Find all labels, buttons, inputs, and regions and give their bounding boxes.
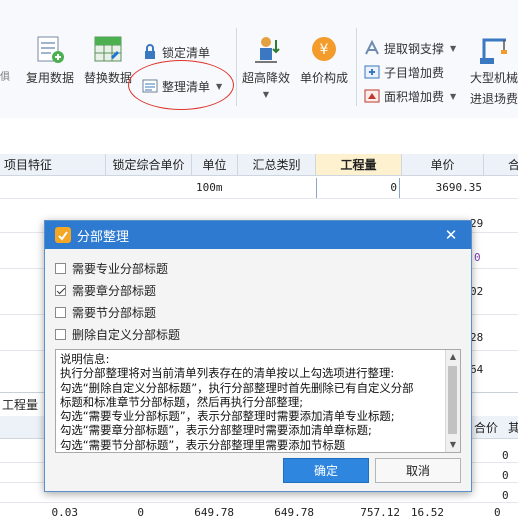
info-line: 执行分部整理将对当前清单列表存在的清单按以上勾选项进行整理: xyxy=(60,366,395,381)
height-reduction-label: 超高降效 xyxy=(241,71,290,85)
steel-support-icon xyxy=(364,39,380,56)
info-line: 标题和标准章节分部标题，然后再执行分部整理; xyxy=(60,394,304,409)
info-line: 勾选“删除自定义分部标题”，执行分部整理时首先删除已有自定义分部 xyxy=(60,380,414,395)
area-add-fee-button[interactable]: 面积增加费 ▼ xyxy=(364,86,456,106)
large-machinery-label-2: 进退场费 xyxy=(469,92,518,106)
lower-zero: 0 xyxy=(502,489,509,502)
row1-unit: 100m xyxy=(196,181,223,194)
reuse-data-icon xyxy=(34,34,66,66)
large-machinery-label-1: 大型机械 xyxy=(469,71,518,85)
subitem-add-fee-label: 子目增加费 xyxy=(384,65,445,80)
organize-dropdown-arrow-icon[interactable]: ▼ xyxy=(216,82,222,91)
option-label: 需要专业分部标题 xyxy=(72,261,169,276)
info-line: 勾选“需要专业分部标题”，表示分部整理时需要添加清单专业标题; xyxy=(60,409,395,424)
bottom-row-value: 0 xyxy=(137,506,144,519)
large-machinery-fee-button[interactable]: 大型机械 进退场费 xyxy=(466,34,518,107)
row1-unit-price: 3690.35 xyxy=(435,181,482,194)
checkbox[interactable] xyxy=(55,328,66,340)
header-unit-price[interactable]: 单价 xyxy=(402,154,484,176)
height-reduction-dropdown-icon[interactable]: ▼ xyxy=(238,90,294,99)
header-unit[interactable]: 单位 xyxy=(192,154,238,176)
header-locked-price[interactable]: 锁定综合单价 xyxy=(106,154,192,176)
right-fragment-2: 0 xyxy=(474,251,481,264)
lower-zero: 0 xyxy=(502,469,509,482)
option-label: 删除自定义分部标题 xyxy=(72,327,181,342)
unit-price-composition-button[interactable]: ¥ 单价构成 xyxy=(296,34,352,86)
lock-list-button[interactable]: 锁定清单 xyxy=(142,42,210,62)
reuse-data-label: 复用数据 xyxy=(25,71,74,85)
ribbon-edge-fragment: 俱 xyxy=(0,72,10,83)
tab-quantity[interactable]: 工程量 xyxy=(0,394,46,416)
section-organize-dialog: 分部整理 ✕ 需要专业分部标题 需要章分部标题 需要节分部标题 删除自定义分部标… xyxy=(44,220,472,492)
replace-data-button[interactable]: 替换数据 xyxy=(80,34,136,86)
organize-list-icon xyxy=(142,78,158,94)
option-label: 需要章分部标题 xyxy=(72,283,157,298)
info-line: 勾选“需要节分部标题”，表示分部整理里需要添加节标题 xyxy=(60,437,346,452)
lock-list-label: 锁定清单 xyxy=(162,45,211,60)
area-add-fee-label: 面积增加费 xyxy=(384,89,445,104)
unit-price-icon: ¥ xyxy=(308,34,340,66)
checkbox[interactable] xyxy=(55,262,66,274)
checkbox-checked[interactable] xyxy=(55,284,66,296)
organize-list-label: 整理清单 xyxy=(162,79,211,94)
lower-header-other[interactable]: 其 xyxy=(508,418,518,438)
bottom-row-value: 0 xyxy=(494,506,501,519)
option-label: 需要节分部标题 xyxy=(72,305,157,320)
info-line: 说明信息: xyxy=(60,352,110,366)
ribbon-separator xyxy=(236,28,237,106)
header-quantity[interactable]: 工程量 xyxy=(316,154,402,176)
replace-data-icon xyxy=(92,34,124,66)
extract-steel-support-label: 提取钢支撑 xyxy=(384,41,445,56)
option-delete-custom[interactable]: 删除自定义分部标题 xyxy=(55,325,180,343)
subitem-add-icon xyxy=(364,64,380,80)
area-add-icon xyxy=(364,88,380,104)
option-node-section[interactable]: 需要节分部标题 xyxy=(55,303,156,321)
row1-quantity[interactable]: 0 xyxy=(316,178,400,198)
steel-support-dropdown-icon[interactable]: ▼ xyxy=(450,44,456,53)
reuse-data-button[interactable]: 复用数据 xyxy=(22,34,78,86)
bottom-row-value: 0.03 xyxy=(51,506,79,519)
organize-list-button[interactable]: 整理清单 ▼ xyxy=(142,76,222,96)
row-divider xyxy=(0,198,518,199)
toolbar-gap xyxy=(0,118,518,154)
lower-zero: 0 xyxy=(502,449,509,462)
bottom-row-value: 649.78 xyxy=(274,506,314,519)
cancel-button[interactable]: 取消 xyxy=(375,458,461,483)
extract-steel-support-button[interactable]: 提取钢支撑 ▼ xyxy=(364,38,456,58)
scroll-up-icon[interactable]: ▲ xyxy=(446,350,460,364)
option-chapter-section[interactable]: 需要章分部标题 xyxy=(55,281,156,299)
header-summary-category[interactable]: 汇总类别 xyxy=(238,154,316,176)
close-icon[interactable]: ✕ xyxy=(443,227,459,243)
info-scrollbar[interactable]: ▲ ▼ xyxy=(445,350,460,452)
app-icon xyxy=(55,227,71,243)
info-text: 说明信息: 执行分部整理将对当前清单列表存在的清单按以上勾选项进行整理: 勾选“… xyxy=(60,352,440,452)
ok-button[interactable]: 确定 xyxy=(283,458,369,483)
bottom-row-value: 757.12 xyxy=(360,506,400,519)
svg-text:¥: ¥ xyxy=(320,42,329,58)
dialog-title-bar[interactable]: 分部整理 ✕ xyxy=(45,221,471,249)
info-textarea[interactable]: 说明信息: 执行分部整理将对当前清单列表存在的清单按以上勾选项进行整理: 勾选“… xyxy=(55,349,461,453)
area-add-dropdown-icon[interactable]: ▼ xyxy=(450,92,456,101)
height-reduction-button[interactable]: 超高降效 ▼ xyxy=(238,34,294,99)
ribbon-separator-2 xyxy=(356,28,357,106)
info-line: 勾选“需要章分部标题”，表示分部整理时需要添加清单章标题; xyxy=(60,423,372,438)
scroll-down-icon[interactable]: ▼ xyxy=(446,438,460,452)
dialog-title: 分部整理 xyxy=(77,229,130,245)
scroll-thumb[interactable] xyxy=(448,366,457,434)
replace-data-label: 替换数据 xyxy=(83,71,132,85)
crane-icon xyxy=(478,34,510,66)
header-total-fragment[interactable]: 合 xyxy=(484,154,518,176)
option-specialty-section[interactable]: 需要专业分部标题 xyxy=(55,259,168,277)
bottom-row-value: 649.78 xyxy=(194,506,234,519)
unit-price-label: 单价构成 xyxy=(299,71,348,85)
bottom-row-value: 16.52 xyxy=(410,506,444,519)
header-item-feature[interactable]: 项目特征 xyxy=(0,154,106,176)
height-reduction-icon xyxy=(250,34,282,66)
checkbox[interactable] xyxy=(55,306,66,318)
lock-icon xyxy=(142,44,158,60)
subitem-add-fee-button[interactable]: 子目增加费 xyxy=(364,62,444,82)
ribbon-toolbar: 俱 复用数据 替换数据 锁定清单 整理清单 ▼ 超高降效 ▼ ¥ 单价构成 提取… xyxy=(0,0,518,119)
lower-header-total[interactable]: 合价 xyxy=(474,418,498,438)
